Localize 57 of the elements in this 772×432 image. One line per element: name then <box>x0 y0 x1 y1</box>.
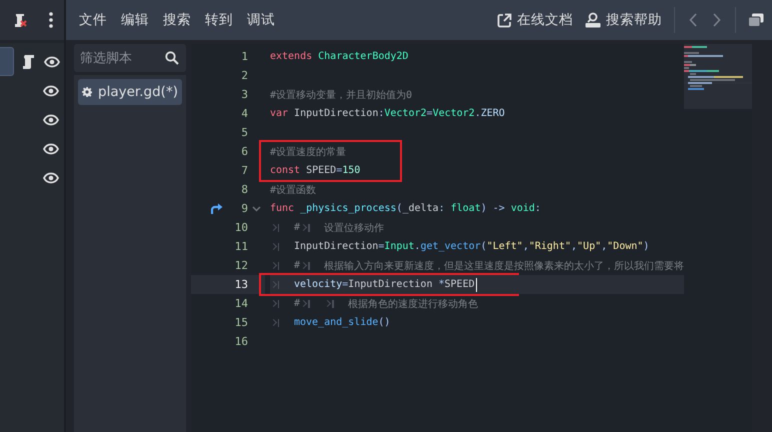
visibility-icon[interactable] <box>43 142 59 154</box>
visibility-icon[interactable] <box>43 172 59 184</box>
line-number: 1 <box>240 50 248 63</box>
line-number: 3 <box>240 88 248 101</box>
windows-icon[interactable] <box>748 13 764 27</box>
menu-item[interactable]: 编辑 <box>114 7 156 33</box>
chevron-right-icon <box>713 13 721 27</box>
code-line: #设置移动变量，并且初始值为0 <box>270 88 412 102</box>
override-icon[interactable] <box>210 203 223 214</box>
code-line: const SPEED=150 <box>270 165 360 176</box>
line-number: 2 <box>240 69 248 82</box>
code-line: # 根据角色的速度进行移动角色 <box>270 296 478 310</box>
menu-item[interactable]: 搜索 <box>156 7 198 33</box>
line-number: 15 <box>234 316 248 329</box>
script-name: player.gd(*) <box>98 84 178 100</box>
filter-field[interactable]: 筛选脚本 <box>74 44 186 72</box>
line-number: 7 <box>240 164 248 177</box>
line-number: 10 <box>234 221 248 234</box>
visibility-icon[interactable] <box>44 56 60 68</box>
line-number: 9 <box>240 202 248 215</box>
line-number: 8 <box>240 183 248 196</box>
code-line: move_and_slide() <box>270 317 390 328</box>
code-line: var InputDirection:Vector2=Vector2.ZERO <box>270 108 505 119</box>
fold-caret-icon[interactable] <box>252 206 261 212</box>
script-list-item[interactable]: player.gd(*) <box>78 79 182 105</box>
line-number: 4 <box>240 107 248 120</box>
line-number: 12 <box>234 259 248 272</box>
code-line: InputDirection=Input.get_vector("Left","Right","Up","Down") <box>270 241 650 252</box>
line-number: 16 <box>234 335 248 348</box>
minimap-drawing <box>684 44 752 109</box>
line-number: 14 <box>234 297 248 310</box>
search-icon[interactable] <box>164 51 179 65</box>
line-number: 5 <box>240 126 248 139</box>
line-number: 6 <box>240 145 248 158</box>
code-line: velocity=InputDirection *SPEED <box>270 278 477 292</box>
doc-search-icon <box>585 12 601 28</box>
code-line: #设置函数 <box>270 184 316 196</box>
visibility-icon[interactable] <box>43 114 59 126</box>
menu-item[interactable]: 转到 <box>198 7 240 33</box>
external-link-icon <box>497 12 512 28</box>
gear-icon <box>82 85 92 99</box>
code-line: # 根据输入方向来更新速度，但是这里速度是按照像素来的太小了，所以我们需要将 <box>270 258 684 272</box>
menu-item[interactable]: 调试 <box>240 7 282 33</box>
visibility-icon[interactable] <box>43 84 59 96</box>
code-line: #设置速度的常量 <box>270 146 346 158</box>
chevron-left-icon <box>689 13 697 27</box>
search-help-button[interactable]: 搜索帮助 <box>579 7 668 33</box>
online-docs-button[interactable]: 在线文档 <box>491 7 579 33</box>
script-icon[interactable] <box>12 12 28 28</box>
code-line: # 设置位移动作 <box>270 220 384 234</box>
script-icon[interactable] <box>22 54 36 70</box>
code-line: extends CharacterBody2D <box>270 51 408 62</box>
more-icon[interactable] <box>48 12 54 28</box>
line-number: 11 <box>234 240 248 253</box>
menu-item[interactable]: 文件 <box>72 7 114 33</box>
code-line: func _physics_process(_delta: float) -> void: <box>270 203 541 214</box>
line-number: 13 <box>234 278 248 291</box>
